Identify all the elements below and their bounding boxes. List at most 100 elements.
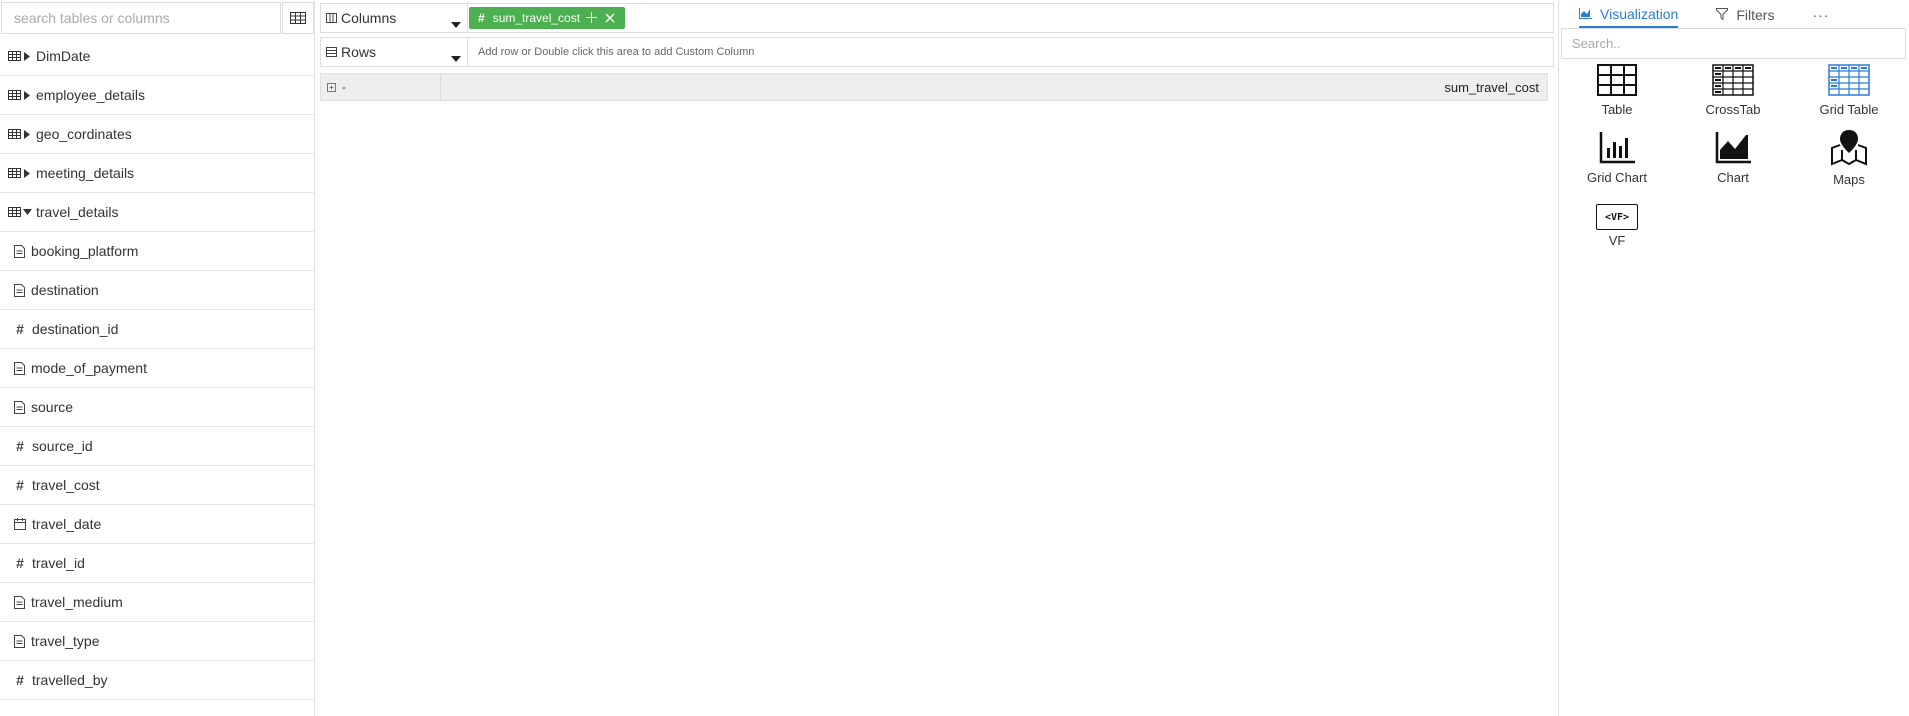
caret-down-icon (451, 49, 461, 65)
columns-dropdown[interactable]: Columns (321, 4, 468, 32)
crosstab-icon (1712, 64, 1754, 99)
column-node-source[interactable]: source (0, 388, 314, 427)
columns-shelf[interactable]: Columns # sum_travel_cost (320, 3, 1554, 33)
close-icon[interactable] (605, 10, 615, 26)
rows-drop-hint[interactable]: Add row or Double click this area to add… (478, 46, 754, 58)
column-label: destination (31, 282, 99, 298)
number-column-icon: # (16, 438, 24, 454)
viz-label: CrossTab (1705, 102, 1761, 117)
column-label: travelled_by (32, 672, 108, 688)
filter-icon (1716, 7, 1729, 23)
column-node-travel-type[interactable]: travel_type (0, 622, 314, 661)
tab-label: Filters (1736, 7, 1775, 23)
result-grid-header: + - sum_travel_cost (320, 73, 1548, 101)
panel-tabs: Visualization Filters ··· (1579, 2, 1829, 28)
caret-down-icon[interactable] (22, 209, 32, 215)
rows-shelf[interactable]: Rows Add row or Double click this area t… (320, 37, 1554, 67)
column-label: booking_platform (31, 243, 139, 259)
column-node-mode-of-payment[interactable]: mode_of_payment (0, 349, 314, 388)
tab-label: Visualization (1600, 6, 1679, 22)
caret-right-icon[interactable] (22, 129, 32, 139)
viz-table[interactable]: Table (1559, 64, 1675, 117)
number-column-icon: # (16, 321, 24, 337)
vf-badge-text: <VF> (1604, 211, 1630, 223)
columns-icon (326, 10, 337, 26)
calendar-icon (14, 518, 26, 530)
column-node-booking-platform[interactable]: booking_platform (0, 232, 314, 271)
viz-search-field[interactable] (1561, 28, 1906, 59)
table-icon (8, 90, 21, 100)
columns-label: Columns (341, 10, 397, 26)
tab-visualization[interactable]: Visualization (1579, 2, 1679, 28)
viz-maps[interactable]: Maps (1791, 128, 1907, 187)
viz-search-input[interactable] (1562, 29, 1905, 58)
table-node-employee-details[interactable]: employee_details (0, 76, 314, 115)
rows-label: Rows (341, 44, 377, 60)
column-node-travel-id[interactable]: # travel_id (0, 544, 314, 583)
viz-crosstab[interactable]: CrossTab (1675, 64, 1791, 117)
rows-icon (326, 44, 337, 60)
viz-label: Maps (1833, 172, 1865, 187)
viz-vf[interactable]: <VF> VF (1559, 204, 1675, 248)
schema-tree: DimDate employee_details geo_cordinates … (0, 37, 314, 700)
number-column-icon: # (16, 555, 24, 571)
table-node-dimdate[interactable]: DimDate (0, 37, 314, 76)
column-node-travel-cost[interactable]: # travel_cost (0, 466, 314, 505)
column-node-destination[interactable]: destination (0, 271, 314, 310)
search-tables-input[interactable] (2, 3, 280, 33)
table-label: geo_cordinates (36, 126, 132, 142)
caret-down-icon (451, 15, 461, 31)
table-label: DimDate (36, 48, 91, 64)
right-panel: Visualization Filters ··· Table CrossTab… (1558, 0, 1909, 716)
column-label: source (31, 399, 74, 415)
table-node-geo-cordinates[interactable]: geo_cordinates (0, 115, 314, 154)
text-column-icon (14, 283, 25, 297)
column-header-sum-travel-cost[interactable]: sum_travel_cost (441, 80, 1547, 95)
table-icon (8, 207, 21, 217)
tab-filters[interactable]: Filters (1716, 2, 1774, 28)
table-node-travel-details[interactable]: travel_details (0, 193, 314, 232)
viz-grid-table[interactable]: Grid Table (1791, 64, 1907, 117)
column-node-travel-medium[interactable]: travel_medium (0, 583, 314, 622)
text-column-icon (14, 361, 25, 375)
viz-label: Chart (1717, 170, 1749, 185)
column-node-travelled-by[interactable]: # travelled_by (0, 661, 314, 700)
column-node-source-id[interactable]: # source_id (0, 427, 314, 466)
text-column-icon (14, 595, 25, 609)
caret-right-icon[interactable] (22, 168, 32, 178)
column-pill-sum-travel-cost[interactable]: # sum_travel_cost (469, 7, 626, 29)
column-node-destination-id[interactable]: # destination_id (0, 310, 314, 349)
expand-icon[interactable]: + (327, 82, 336, 92)
rows-dropdown[interactable]: Rows (321, 38, 468, 66)
viz-chart[interactable]: Chart (1675, 132, 1791, 185)
area-chart-icon (1715, 132, 1751, 167)
grid-table-icon (1828, 64, 1870, 99)
table-node-meeting-details[interactable]: meeting_details (0, 154, 314, 193)
move-icon[interactable] (586, 10, 598, 26)
column-label: travel_id (32, 555, 85, 571)
column-label: destination_id (32, 321, 119, 337)
text-column-icon (14, 244, 25, 258)
table-icon (8, 168, 21, 178)
table-view-button[interactable] (282, 2, 314, 34)
left-panel: DimDate employee_details geo_cordinates … (0, 0, 315, 716)
more-options-icon[interactable]: ··· (1812, 7, 1829, 23)
vf-icon: <VF> (1596, 204, 1638, 230)
search-tables-field[interactable] (1, 2, 281, 34)
number-column-icon: # (16, 477, 24, 493)
chart-area-icon (1579, 6, 1592, 22)
table-label: meeting_details (36, 165, 135, 181)
caret-right-icon[interactable] (22, 51, 32, 61)
column-label: travel_medium (31, 594, 123, 610)
grid-chart-icon (1599, 132, 1635, 167)
table-label: employee_details (36, 87, 145, 103)
pill-label: sum_travel_cost (492, 11, 581, 25)
number-column-icon: # (16, 672, 24, 688)
row-header-cell[interactable]: + - (321, 74, 441, 100)
caret-right-icon[interactable] (22, 90, 32, 100)
viz-label: VF (1608, 233, 1626, 248)
viz-label: Grid Chart (1587, 170, 1647, 185)
row-header-label: - (342, 80, 346, 94)
column-node-travel-date[interactable]: travel_date (0, 505, 314, 544)
viz-grid-chart[interactable]: Grid Chart (1559, 132, 1675, 185)
